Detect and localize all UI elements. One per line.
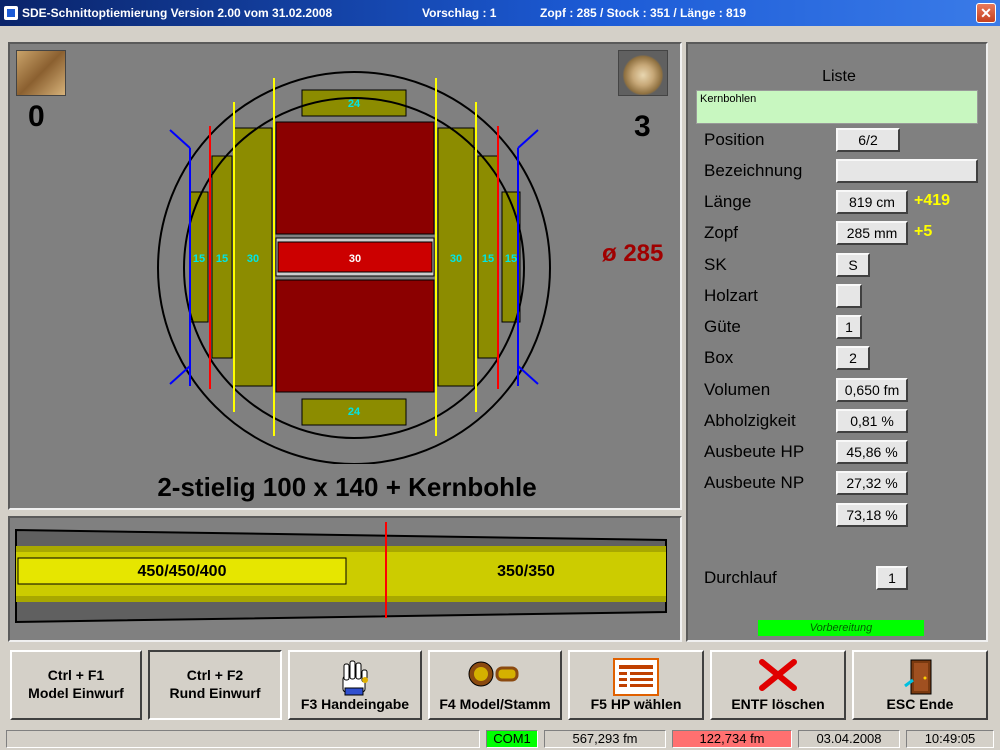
list-icon	[613, 658, 659, 696]
rund-einwurf-button[interactable]: Ctrl + F2 Rund Einwurf	[148, 650, 282, 720]
pattern-caption: 2-stielig 100 x 140 + Kernbohle	[157, 472, 537, 502]
right-mid-label: 15	[482, 253, 494, 265]
lower-beam	[275, 279, 435, 393]
abholzigkeit-label: Abholzigkeit	[704, 411, 796, 430]
ausbeute-total-field[interactable]: 73,18 %	[836, 503, 908, 527]
zopf-label: Zopf	[704, 223, 739, 242]
close-button[interactable]: ✕	[976, 3, 996, 23]
app-title: SDE-Schnittoptiemierung Version 2.00 vom…	[22, 6, 333, 20]
rund-einwurf-line1: Ctrl + F2	[186, 667, 244, 683]
ausbeute-hp-label: Ausbeute HP	[704, 442, 805, 461]
bottom-plank-label: 24	[348, 406, 361, 418]
right-outer-label: 15	[505, 253, 517, 265]
guete-label: Güte	[704, 317, 741, 336]
laenge-label: Länge	[704, 192, 752, 211]
preparation-status: Vorbereitung	[758, 620, 924, 636]
box-field[interactable]: 2	[836, 346, 870, 370]
exit-door-icon	[904, 659, 932, 695]
right-blue-cut-bottom	[517, 365, 539, 385]
app-icon	[4, 6, 18, 20]
top-plank-label: 24	[348, 98, 361, 110]
durchlauf-label: Durchlauf	[704, 568, 777, 587]
cutting-pattern-diagram: 24 24 15 15 30 30 15 15 30	[157, 71, 551, 464]
right-blue-cut-top	[517, 129, 539, 149]
status-bar: COM1 567,293 fm 122,734 fm 03.04.2008 10…	[0, 728, 1000, 750]
delete-x-icon	[759, 659, 797, 691]
title-bar: SDE-Schnittoptiemierung Version 2.00 vom…	[0, 0, 1000, 26]
model-stamm-button[interactable]: F4 Model/Stamm	[428, 650, 562, 720]
model-stamm-label: F4 Model/Stamm	[439, 696, 551, 712]
hp-waehlen-label: F5 HP wählen	[590, 696, 682, 712]
handeingabe-button[interactable]: F3 Handeingabe	[288, 650, 422, 720]
ausbeute-np-label: Ausbeute NP	[704, 473, 805, 492]
left-inner-label: 30	[247, 253, 259, 265]
ausbeute-hp-field[interactable]: 45,86 %	[836, 440, 908, 464]
left-blue-cut-top	[169, 129, 191, 149]
laenge-delta: +419	[914, 192, 951, 209]
holzart-label: Holzart	[704, 286, 758, 305]
volumen-label: Volumen	[704, 380, 771, 399]
log-length-panel: 450/450/400 350/350	[8, 516, 682, 642]
logs-icon	[468, 661, 519, 687]
core-plank-label: 30	[349, 253, 361, 265]
model-einwurf-line1: Ctrl + F1	[47, 667, 105, 683]
bezeichnung-field[interactable]	[836, 159, 978, 183]
volume-total: 567,293 fm	[544, 730, 666, 748]
left-blue-cut-bottom	[169, 365, 191, 385]
durchlauf-field[interactable]: 1	[876, 566, 908, 590]
model-einwurf-text: Ctrl + F1 Model Einwurf	[12, 666, 140, 702]
status-date: 03.04.2008	[798, 730, 900, 748]
zopf-delta: +5	[914, 223, 933, 240]
zopf-field[interactable]: 285 mm	[836, 221, 908, 245]
sk-label: SK	[704, 255, 727, 274]
handeingabe-label: F3 Handeingabe	[300, 696, 410, 712]
status-empty-panel	[6, 730, 480, 748]
volumen-field[interactable]: 0,650 fm	[836, 378, 908, 402]
status-time: 10:49:05	[906, 730, 994, 748]
bezeichnung-label: Bezeichnung	[704, 161, 803, 180]
proposal-label: Vorschlag : 1	[422, 6, 497, 20]
left-mid-label: 15	[216, 253, 228, 265]
holzart-field[interactable]	[836, 284, 862, 308]
right-inner-label: 30	[450, 253, 462, 265]
position-label: Position	[704, 130, 765, 149]
volume-current: 122,734 fm	[672, 730, 792, 748]
app-window: SDE-Schnittoptiemierung Version 2.00 vom…	[0, 0, 1000, 750]
loeschen-button[interactable]: ENTF löschen	[710, 650, 846, 720]
left-outer-label: 15	[193, 253, 205, 265]
upper-beam	[275, 121, 435, 235]
rund-einwurf-line2: Rund Einwurf	[169, 685, 261, 701]
list-title: Liste	[822, 68, 856, 85]
hp-waehlen-button[interactable]: F5 HP wählen	[568, 650, 704, 720]
ausbeute-np-field[interactable]: 27,32 %	[836, 471, 908, 495]
model-einwurf-button[interactable]: Ctrl + F1 Model Einwurf	[10, 650, 142, 720]
model-einwurf-line2: Model Einwurf	[28, 685, 124, 701]
list-entry[interactable]: Kernbohlen	[700, 93, 756, 105]
title-summary: Zopf : 285 / Stock : 351 / Länge : 819	[540, 6, 747, 20]
abholzigkeit-field[interactable]: 0,81 %	[836, 409, 908, 433]
com-port-status: COM1	[486, 730, 538, 748]
list-box[interactable]: Kernbohlen	[696, 90, 978, 124]
log-length-diagram: 450/450/400 350/350	[15, 522, 667, 624]
laenge-field[interactable]: 819 cm	[836, 190, 908, 214]
sk-field[interactable]: S	[836, 253, 870, 277]
left-section-label: 450/450/400	[138, 563, 227, 580]
guete-field[interactable]: 1	[836, 315, 862, 339]
loeschen-label: ENTF löschen	[731, 696, 825, 712]
hand-icon	[342, 660, 368, 696]
right-section-label: 350/350	[497, 563, 555, 580]
ende-label: ESC Ende	[886, 696, 954, 712]
box-label: Box	[704, 348, 734, 367]
ende-button[interactable]: ESC Ende	[852, 650, 988, 720]
info-panel: Liste Kernbohlen Position 6/2 Bezeichnun…	[686, 42, 988, 642]
rund-einwurf-text: Ctrl + F2 Rund Einwurf	[150, 666, 280, 702]
position-field[interactable]: 6/2	[836, 128, 900, 152]
cross-section-panel: 0 3 ø 285 24 24 15 15 30 30 15 15 30 2-s…	[8, 42, 682, 510]
